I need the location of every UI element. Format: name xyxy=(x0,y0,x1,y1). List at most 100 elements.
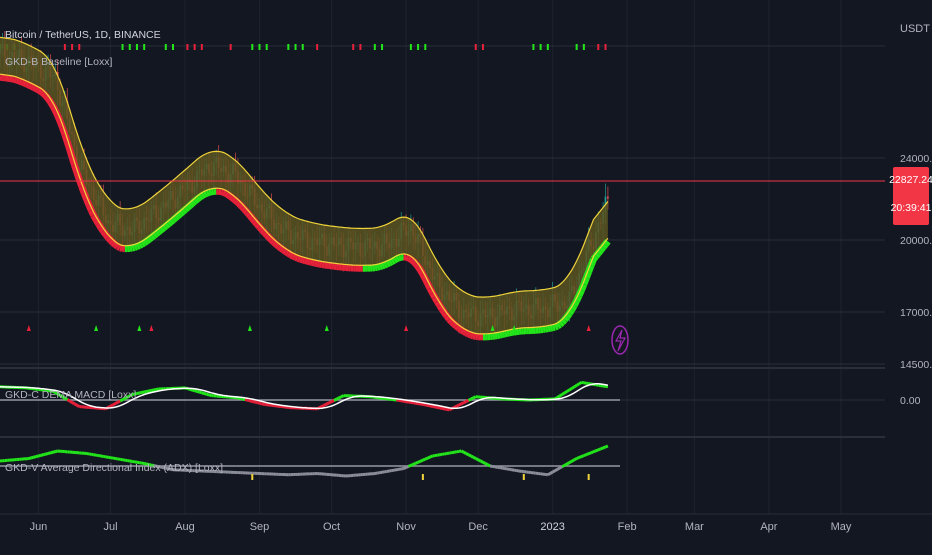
baseline-trend-segment xyxy=(147,239,149,241)
signal-dot xyxy=(316,44,318,50)
adx-line-segment xyxy=(483,462,485,463)
baseline-trend-segment xyxy=(187,206,189,208)
baseline-trend-segment xyxy=(24,83,26,84)
macd-line-segment xyxy=(339,397,341,398)
adx-line-segment xyxy=(411,464,413,465)
baseline-trend-segment xyxy=(185,208,187,210)
macd-line-segment xyxy=(322,405,324,406)
price-axis[interactable] xyxy=(886,0,932,515)
baseline-trend-segment xyxy=(132,247,134,248)
macd-line-segment xyxy=(139,393,141,394)
signal-dot xyxy=(417,44,419,50)
macd-line-segment xyxy=(199,392,201,393)
signal-dot xyxy=(230,44,232,50)
signal-dot xyxy=(352,44,354,50)
signal-dot xyxy=(540,44,542,50)
adx-line-segment xyxy=(550,472,552,473)
macd-line-segment xyxy=(567,390,569,392)
adx-line-segment xyxy=(488,465,490,466)
macd-line-segment xyxy=(142,392,144,393)
date-tick-label: Jun xyxy=(30,521,48,533)
baseline-trend-segment xyxy=(389,262,391,263)
macd-line-segment xyxy=(259,403,261,404)
baseline-trend-segment xyxy=(202,194,204,195)
macd-line-segment xyxy=(257,403,259,404)
adx-line-segment xyxy=(469,455,471,456)
baseline-trend-segment xyxy=(315,263,317,264)
signal-dot xyxy=(374,44,376,50)
macd-line-segment xyxy=(149,391,151,392)
baseline-trend-segment xyxy=(382,265,384,266)
baseline-trend-segment xyxy=(166,224,168,226)
adx-line-segment xyxy=(591,452,593,453)
signal-dot xyxy=(266,44,268,50)
candle-body xyxy=(607,197,609,199)
baseline-trend-segment xyxy=(296,257,298,258)
adx-line-segment xyxy=(589,453,591,454)
baseline-trend-segment xyxy=(163,226,165,228)
baseline-trend-segment xyxy=(471,335,473,336)
baseline-trend-segment xyxy=(228,195,230,197)
baseline-trend-segment xyxy=(204,193,206,194)
baseline-trend-segment xyxy=(233,198,235,200)
date-tick-label: Mar xyxy=(685,521,704,533)
baseline-trend-segment xyxy=(452,322,454,324)
baseline-trend-segment xyxy=(555,326,557,327)
baseline-trend-segment xyxy=(223,192,225,193)
macd-line-segment xyxy=(569,388,571,390)
baseline-trend-segment xyxy=(276,244,278,246)
baseline-trend-segment xyxy=(118,246,120,247)
macd-line-segment xyxy=(440,408,442,409)
signal-dot xyxy=(194,44,196,50)
macd-line-segment xyxy=(190,389,192,390)
adx-line-segment xyxy=(572,460,574,461)
signal-dot xyxy=(583,44,585,50)
macd-line-segment xyxy=(74,404,76,405)
baseline-trend-segment xyxy=(457,326,459,328)
baseline-trend-segment xyxy=(43,93,45,95)
last-price-tag: 22827.24 20:39:41 xyxy=(889,167,932,225)
macd-line-segment xyxy=(457,405,459,406)
chart-svg[interactable]: USDT 24000.0020000.0017000.0014500.000.0… xyxy=(0,0,932,550)
baseline-trend-segment xyxy=(291,255,293,256)
macd-line-segment xyxy=(471,398,473,399)
adx-line-segment xyxy=(430,456,432,457)
adx-line-segment xyxy=(476,459,478,460)
price-tick-label: 20000.00 xyxy=(900,235,932,247)
baseline-trend-segment xyxy=(247,213,249,216)
adx-line-segment xyxy=(565,464,567,465)
macd-line-segment xyxy=(557,396,559,398)
macd-line-segment xyxy=(464,402,466,403)
adx-line-segment xyxy=(471,456,473,457)
signal-dot xyxy=(251,44,253,50)
signal-dot xyxy=(482,44,484,50)
adx-line-segment xyxy=(557,468,559,469)
adx-line-segment xyxy=(560,467,562,468)
date-tick-label: Nov xyxy=(396,521,416,533)
macd-line-segment xyxy=(137,393,139,394)
baseline-trend-segment xyxy=(392,260,394,261)
adx-line-segment xyxy=(586,454,588,455)
baseline-trend-segment xyxy=(180,212,182,214)
baseline-trend-segment xyxy=(377,267,379,268)
macd-line-segment xyxy=(332,400,334,401)
currency-label: USDT xyxy=(900,23,930,35)
adx-line-segment xyxy=(553,471,555,472)
baseline-trend-segment xyxy=(553,327,555,328)
macd-line-segment xyxy=(252,401,254,402)
signal-dot xyxy=(172,44,174,50)
signal-dot xyxy=(129,44,131,50)
adx-line-segment xyxy=(601,448,603,449)
baseline-trend-segment xyxy=(135,247,137,248)
baseline-trend-segment xyxy=(161,228,163,230)
macd-line-segment xyxy=(77,405,79,406)
macd-line-segment xyxy=(445,409,447,410)
signal-dot xyxy=(122,44,124,50)
baseline-trend-segment xyxy=(168,222,170,224)
baseline-trend-segment xyxy=(111,240,113,242)
macd-tick-label: 0.00 xyxy=(900,395,921,407)
adx-line-segment xyxy=(53,452,55,453)
macd-line-segment xyxy=(255,402,257,403)
adx-line-segment xyxy=(567,463,569,464)
signal-dot xyxy=(547,44,549,50)
